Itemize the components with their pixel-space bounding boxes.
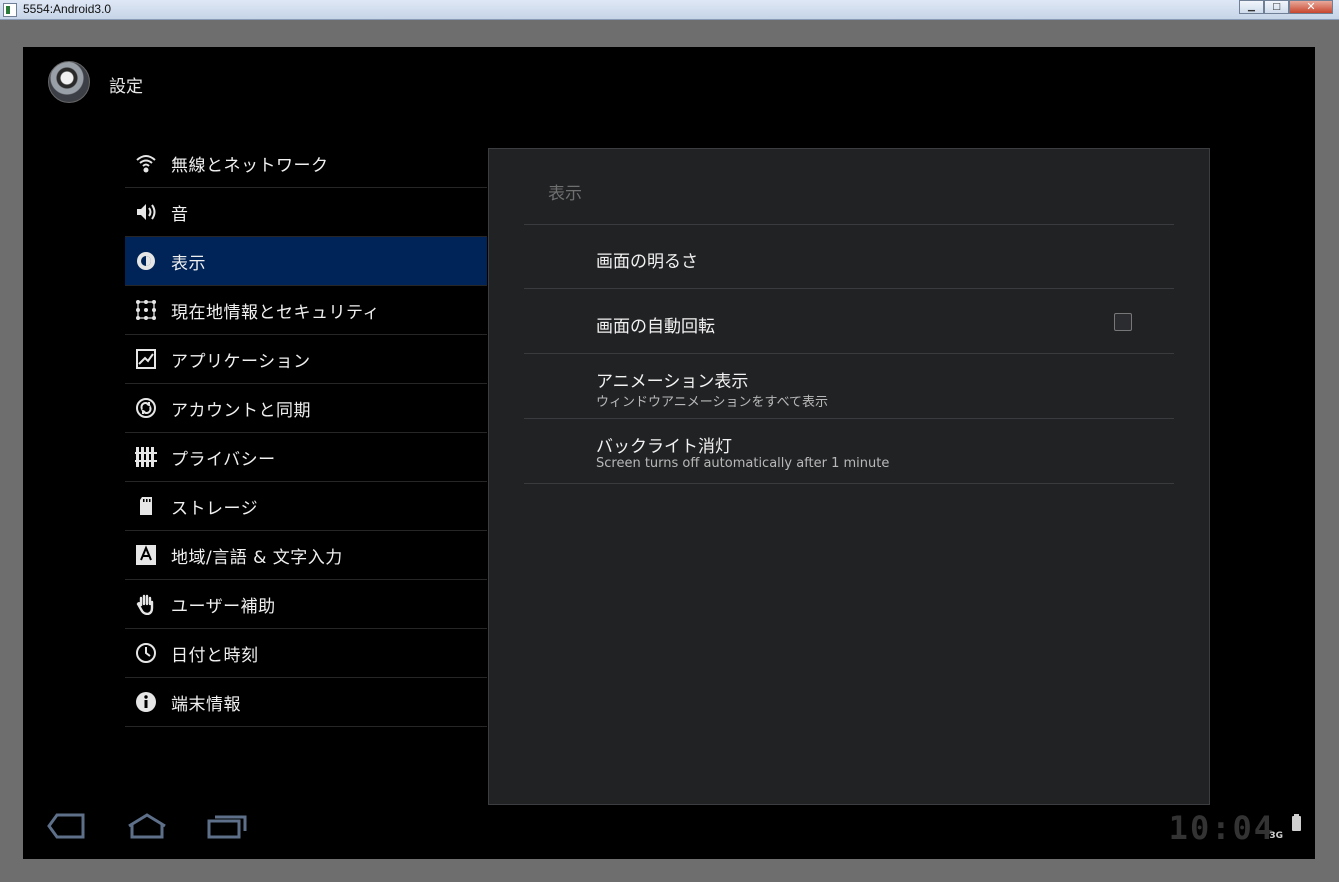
sidebar-item-label: ストレージ bbox=[171, 498, 259, 519]
privacy-icon bbox=[135, 446, 157, 468]
window-controls: ▁ □ ✕ bbox=[1239, 0, 1333, 15]
clock-icon bbox=[135, 642, 157, 664]
maximize-button[interactable]: □ bbox=[1264, 0, 1289, 14]
applications-icon bbox=[135, 348, 157, 370]
sidebar-item-label: アプリケーション bbox=[171, 351, 311, 372]
sidebar-item-display[interactable]: 表示 bbox=[125, 237, 487, 286]
sidebar-item-label: 現在地情報とセキュリティ bbox=[171, 302, 380, 323]
sidebar-item-location-security[interactable]: 現在地情報とセキュリティ bbox=[125, 286, 487, 335]
sidebar-item-label: アカウントと同期 bbox=[171, 400, 311, 421]
pref-summary: Screen turns off automatically after 1 m… bbox=[596, 456, 890, 471]
sidebar-item-label: 表示 bbox=[171, 253, 206, 274]
recent-apps-icon[interactable] bbox=[207, 813, 247, 843]
panel-header: 表示 bbox=[548, 184, 582, 204]
system-navbar: 10:04 3G bbox=[23, 799, 1315, 859]
back-icon[interactable] bbox=[47, 813, 85, 843]
window-title: 5554:Android3.0 bbox=[23, 2, 112, 16]
accessibility-hand-icon bbox=[135, 593, 157, 615]
sidebar-item-wireless[interactable]: 無線とネットワーク bbox=[125, 139, 487, 188]
network-3g-indicator: 3G bbox=[1269, 831, 1283, 841]
window-titlebar: 5554:Android3.0 ▁ □ ✕ bbox=[0, 0, 1339, 20]
speaker-icon bbox=[135, 201, 157, 223]
sidebar-item-about[interactable]: 端末情報 bbox=[125, 678, 487, 727]
sidebar-item-label: 地域/言語 & 文字入力 bbox=[171, 547, 343, 568]
device-screen: 設定 無線とネットワーク 音 表示 現在地情報とセキュリティ アプリケーション … bbox=[23, 47, 1315, 859]
minimize-button[interactable]: ▁ bbox=[1239, 0, 1264, 14]
action-bar: 設定 bbox=[23, 47, 1315, 117]
settings-sidebar: 無線とネットワーク 音 表示 現在地情報とセキュリティ アプリケーション アカウ… bbox=[125, 139, 487, 727]
close-button[interactable]: ✕ bbox=[1289, 0, 1333, 14]
sd-card-icon bbox=[135, 495, 157, 517]
sidebar-item-label: 無線とネットワーク bbox=[171, 155, 329, 176]
sidebar-item-language-input[interactable]: 地域/言語 & 文字入力 bbox=[125, 531, 487, 580]
pref-title: バックライト消灯 bbox=[596, 437, 732, 457]
emulator-app-icon bbox=[3, 3, 17, 17]
sidebar-item-label: 音 bbox=[171, 204, 189, 225]
pref-animation[interactable]: アニメーション表示 ウィンドウアニメーションをすべて表示 bbox=[524, 355, 1174, 419]
pref-screen-timeout[interactable]: バックライト消灯 Screen turns off automatically … bbox=[524, 420, 1174, 484]
sidebar-item-label: 日付と時刻 bbox=[171, 645, 259, 666]
sidebar-item-privacy[interactable]: プライバシー bbox=[125, 433, 487, 482]
pref-title: アニメーション表示 bbox=[596, 372, 749, 392]
sidebar-item-storage[interactable]: ストレージ bbox=[125, 482, 487, 531]
sidebar-item-applications[interactable]: アプリケーション bbox=[125, 335, 487, 384]
pref-title: 画面の明るさ bbox=[596, 252, 698, 272]
pref-auto-rotate[interactable]: 画面の自動回転 bbox=[524, 290, 1174, 354]
language-icon bbox=[135, 544, 157, 566]
pref-title: 画面の自動回転 bbox=[596, 317, 715, 337]
settings-app-icon[interactable] bbox=[48, 61, 90, 103]
sync-icon bbox=[135, 397, 157, 419]
wifi-icon bbox=[135, 152, 157, 174]
sidebar-item-label: 端末情報 bbox=[171, 694, 241, 715]
pref-brightness[interactable]: 画面の明るさ bbox=[524, 225, 1174, 289]
auto-rotate-checkbox[interactable] bbox=[1114, 313, 1132, 331]
sidebar-item-label: プライバシー bbox=[171, 449, 276, 470]
info-icon bbox=[135, 691, 157, 713]
sidebar-item-accessibility[interactable]: ユーザー補助 bbox=[125, 580, 487, 629]
emulator-frame: 設定 無線とネットワーク 音 表示 現在地情報とセキュリティ アプリケーション … bbox=[0, 20, 1339, 882]
status-clock: 10:04 bbox=[1168, 809, 1275, 847]
lock-pattern-icon bbox=[135, 299, 157, 321]
sidebar-item-label: ユーザー補助 bbox=[171, 596, 276, 617]
sidebar-item-accounts-sync[interactable]: アカウントと同期 bbox=[125, 384, 487, 433]
app-title: 設定 bbox=[109, 77, 143, 97]
home-icon[interactable] bbox=[127, 813, 167, 843]
pref-summary: ウィンドウアニメーションをすべて表示 bbox=[596, 395, 829, 410]
display-settings-panel: 表示 画面の明るさ 画面の自動回転 アニメーション表示 ウィンドウアニメーション… bbox=[488, 148, 1210, 805]
brightness-icon bbox=[135, 250, 157, 272]
sidebar-item-date-time[interactable]: 日付と時刻 bbox=[125, 629, 487, 678]
sidebar-item-sound[interactable]: 音 bbox=[125, 188, 487, 237]
battery-charging-icon bbox=[1292, 814, 1301, 831]
